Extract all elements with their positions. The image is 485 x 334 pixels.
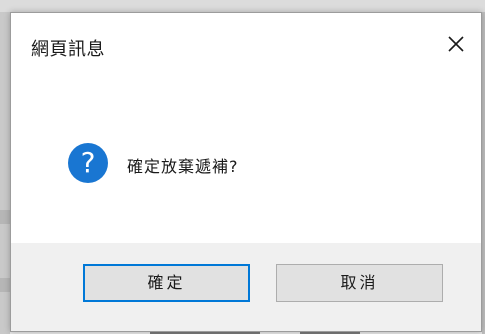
dialog-titlebar: 網頁訊息: [11, 13, 481, 75]
close-icon: [448, 36, 464, 52]
dialog-content: ? 確定放棄遞補?: [11, 75, 481, 243]
background-strip: [0, 210, 10, 224]
dialog-footer: 確定 取消: [11, 243, 481, 331]
background-strip: [0, 278, 10, 292]
dialog-title: 網頁訊息: [31, 39, 105, 60]
confirm-dialog: 網頁訊息 ? 確定放棄遞補? 確定 取消: [10, 12, 482, 332]
ok-button[interactable]: 確定: [83, 264, 250, 302]
dialog-message: 確定放棄遞補?: [127, 157, 239, 176]
close-button[interactable]: [443, 31, 469, 57]
cancel-button[interactable]: 取消: [276, 264, 443, 302]
question-icon: ?: [68, 143, 108, 183]
background-page-top: [0, 0, 485, 12]
